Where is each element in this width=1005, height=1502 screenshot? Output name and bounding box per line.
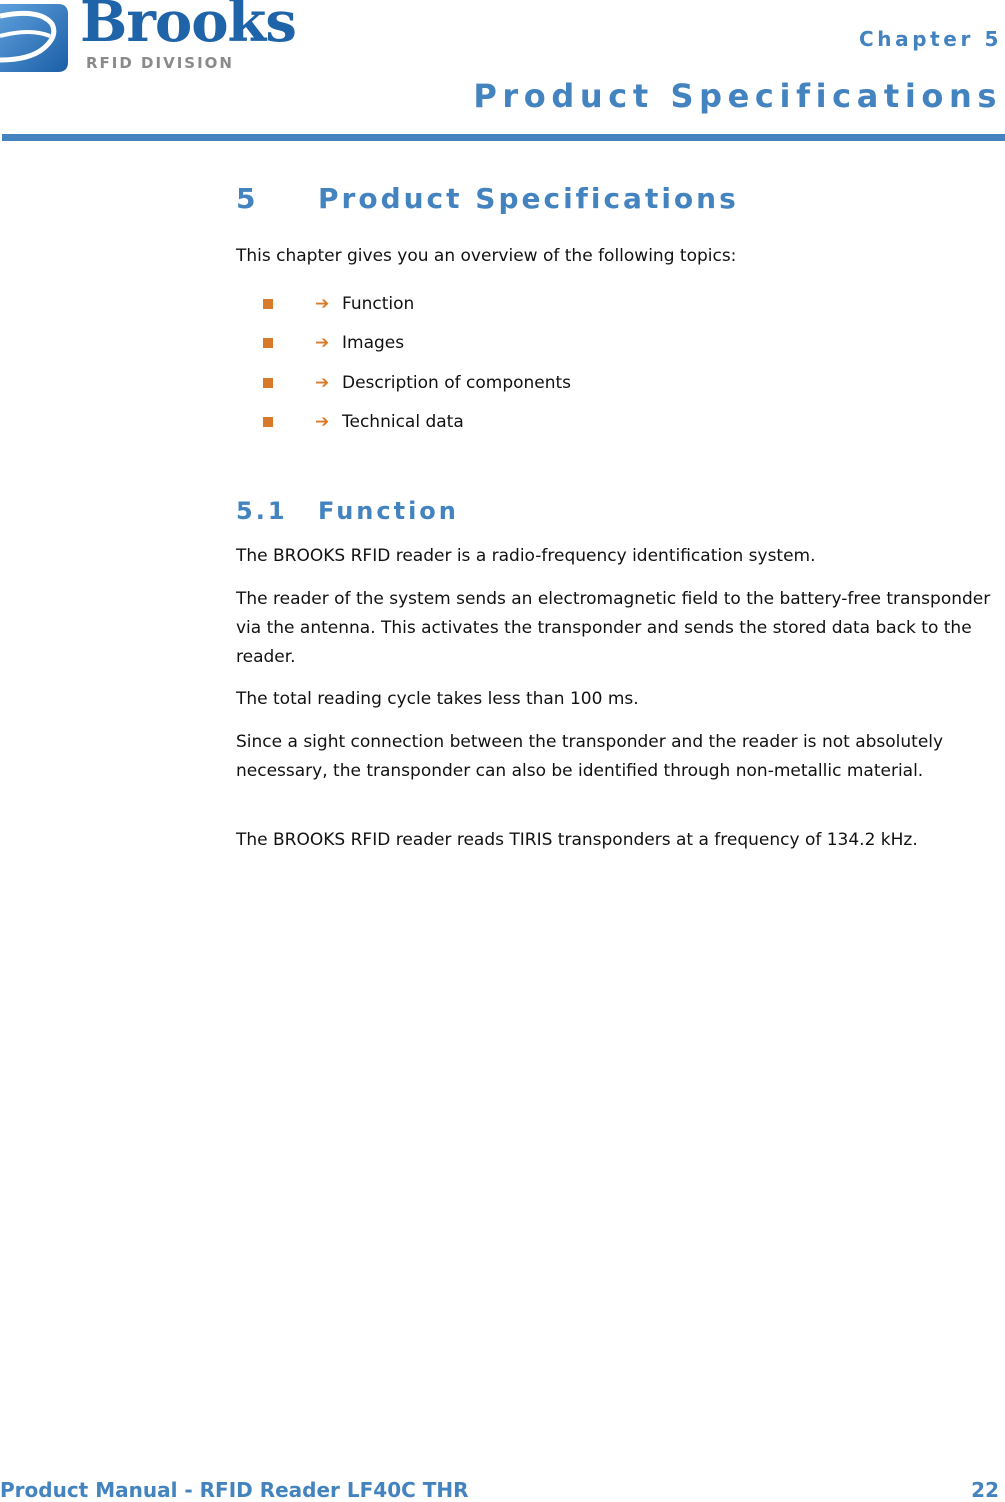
header-divider <box>2 134 1005 141</box>
section-heading: 5 Product Specifications <box>236 185 739 213</box>
section-intro: This chapter gives you an overview of th… <box>236 246 737 266</box>
arrow-right-icon: ➔ <box>315 372 330 393</box>
arrow-right-icon: ➔ <box>315 333 330 354</box>
paragraph: The reader of the system sends an electr… <box>236 589 991 667</box>
bullet-square-icon <box>263 298 273 309</box>
logo-wordmark: Brooks <box>80 0 297 55</box>
subsection-number: 5.1 <box>236 497 288 525</box>
topic-item: ➔ Function <box>236 284 736 324</box>
topic-item: ➔ Description of components <box>236 363 736 403</box>
brooks-logo-mark-icon <box>0 4 68 72</box>
paragraph: The BROOKS RFID reader is a radio-freque… <box>236 546 816 566</box>
logo-subtitle: RFID DIVISION <box>86 54 234 72</box>
footer-page-number: 22 <box>971 1478 999 1502</box>
arrow-right-icon: ➔ <box>315 412 330 433</box>
topic-item: ➔ Technical data <box>236 403 736 443</box>
section-number: 5 <box>236 182 259 215</box>
chapter-title: Product Specifications <box>473 77 1002 115</box>
topic-item: ➔ Images <box>236 324 736 364</box>
paragraph: The BROOKS RFID reader reads TIRIS trans… <box>236 830 918 850</box>
topic-link-technical-data[interactable]: Technical data <box>342 412 464 432</box>
topic-list: ➔ Function ➔ Images ➔ Description of com… <box>236 284 736 442</box>
topic-link-images[interactable]: Images <box>342 333 404 353</box>
topic-link-function[interactable]: Function <box>342 294 414 314</box>
section-title: Product Specifications <box>318 182 739 215</box>
brooks-logo: Brooks RFID DIVISION <box>0 0 300 76</box>
paragraph: The total reading cycle takes less than … <box>236 689 639 709</box>
bullet-square-icon <box>263 417 273 428</box>
subsection-heading: 5.1 Function <box>236 499 459 523</box>
paragraph: Since a sight connection between the tra… <box>236 732 944 781</box>
topic-link-description-of-components[interactable]: Description of components <box>342 373 571 393</box>
chapter-label: Chapter 5 <box>859 27 1002 51</box>
bullet-square-icon <box>263 338 273 349</box>
footer-document-title: Product Manual - RFID Reader LF40C THR <box>0 1478 469 1502</box>
arrow-right-icon: ➔ <box>315 293 330 314</box>
subsection-title: Function <box>318 497 459 525</box>
bullet-square-icon <box>263 377 273 388</box>
